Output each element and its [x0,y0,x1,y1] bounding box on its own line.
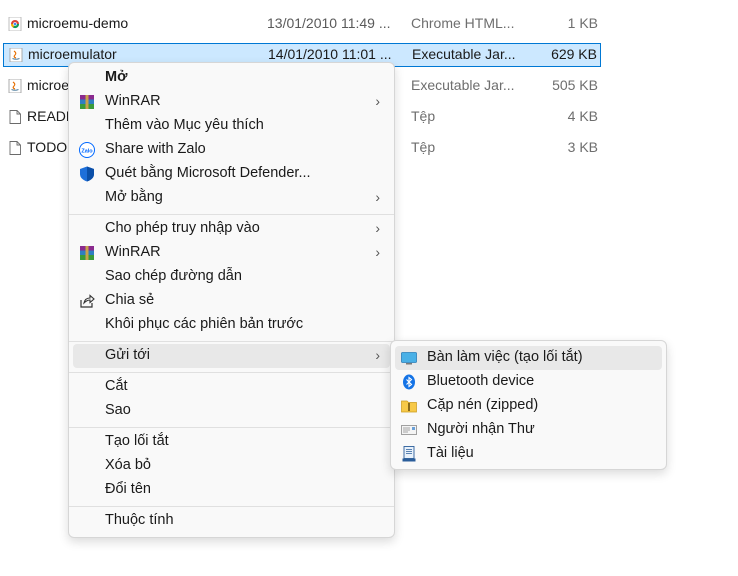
separator [69,341,394,342]
menu-item-create-shortcut[interactable]: Tạo lối tắt [73,430,390,454]
menu-item-winrar-2[interactable]: WinRAR › [73,241,390,265]
menu-item-defender[interactable]: Quét bằng Microsoft Defender... [73,162,390,186]
menu-item-open-with[interactable]: Mở bằng › [73,186,390,210]
java-icon [8,79,22,93]
chevron-right-icon: › [375,189,380,205]
file-name: microemu-demo [27,15,129,31]
submenu-label: Bluetooth device [427,373,535,389]
documents-icon [402,446,416,462]
submenu-item-zip[interactable]: Cặp nén (zipped) [395,394,662,418]
send-to-submenu: Bàn làm việc (tạo lối tắt) Bluetooth dev… [390,340,667,470]
menu-item-properties[interactable]: Thuộc tính [73,509,390,533]
chevron-right-icon: › [375,347,380,363]
submenu-item-desktop[interactable]: Bàn làm việc (tạo lối tắt) [395,346,662,370]
file-type: Tệp [411,139,436,155]
submenu-item-bluetooth[interactable]: Bluetooth device [395,370,662,394]
chrome-icon [8,17,22,31]
menu-label: Thuộc tính [105,512,174,528]
menu-label: Share with Zalo [105,141,206,157]
menu-label: Tạo lối tắt [105,433,169,449]
menu-item-delete[interactable]: Xóa bỏ [73,454,390,478]
menu-item-open[interactable]: Mở [73,66,390,90]
mail-icon [401,425,417,435]
separator [69,506,394,507]
file-type: Tệp [411,108,436,124]
file-size: 3 KB [567,139,598,155]
file-icon [9,110,21,124]
file-name: TODO [27,139,68,155]
zalo-icon-text: Zalo [81,149,93,155]
zalo-icon: Zalo [79,142,95,158]
menu-label: Chia sẻ [105,292,155,308]
submenu-label: Người nhận Thư [427,421,535,437]
menu-item-grant-access[interactable]: Cho phép truy nhập vào › [73,217,390,241]
menu-item-share-zalo[interactable]: Zalo Share with Zalo [73,138,390,162]
separator [69,214,394,215]
menu-label: Sao chép đường dẫn [105,268,242,284]
desktop-icon [401,352,417,365]
menu-label: Đổi tên [105,481,151,497]
submenu-label: Bàn làm việc (tạo lối tắt) [427,349,583,365]
menu-label: Gửi tới [105,347,150,363]
submenu-item-documents[interactable]: Tài liệu [395,442,662,466]
submenu-label: Cặp nén (zipped) [427,397,539,413]
context-menu: Mở WinRAR › Thêm vào Mục yêu thích Zalo … [68,62,395,538]
chevron-right-icon: › [375,93,380,109]
zip-folder-icon [401,400,417,413]
menu-item-share[interactable]: Chia sẻ [73,289,390,313]
shield-icon [80,166,94,182]
menu-item-add-favorites[interactable]: Thêm vào Mục yêu thích [73,114,390,138]
file-row[interactable]: microemu-demo 13/01/2010 11:49 ... Chrom… [0,12,602,36]
submenu-item-mail[interactable]: Người nhận Thư [395,418,662,442]
menu-item-cut[interactable]: Cắt [73,375,390,399]
file-size: 629 KB [551,46,597,62]
separator [69,427,394,428]
menu-item-copy[interactable]: Sao [73,399,390,423]
java-icon [9,48,23,62]
file-type: Executable Jar... [412,46,516,62]
menu-label: Xóa bỏ [105,457,151,473]
menu-label: WinRAR [105,93,161,109]
menu-label: Quét bằng Microsoft Defender... [105,165,311,181]
submenu-label: Tài liệu [427,445,474,461]
menu-item-rename[interactable]: Đổi tên [73,478,390,502]
chevron-right-icon: › [375,244,380,260]
winrar-icon [80,246,94,260]
file-type: Executable Jar... [411,77,515,93]
chevron-right-icon: › [375,220,380,236]
menu-item-copy-path[interactable]: Sao chép đường dẫn [73,265,390,289]
menu-item-winrar[interactable]: WinRAR › [73,90,390,114]
share-icon [80,294,95,308]
menu-label: Cắt [105,378,128,394]
menu-label: Cho phép truy nhập vào [105,220,260,236]
file-date: 13/01/2010 11:49 ... [267,15,391,31]
menu-item-restore[interactable]: Khôi phục các phiên bản trước [73,313,390,337]
winrar-icon [80,95,94,109]
menu-item-send-to[interactable]: Gửi tới › [73,344,390,368]
file-size: 505 KB [552,77,598,93]
menu-label: WinRAR [105,244,161,260]
file-name: microemulator [28,46,117,62]
bluetooth-icon [403,374,415,390]
file-size: 1 KB [567,15,598,31]
menu-label: Sao [105,402,131,418]
file-type: Chrome HTML... [411,15,515,31]
menu-label: Mở bằng [105,189,163,205]
menu-label: Mở [105,69,128,85]
file-date: 14/01/2010 11:01 ... [268,46,392,62]
file-size: 4 KB [567,108,598,124]
menu-label: Thêm vào Mục yêu thích [105,117,264,133]
separator [69,372,394,373]
menu-label: Khôi phục các phiên bản trước [105,316,304,332]
file-name: microe [27,77,70,93]
file-icon [9,141,21,155]
